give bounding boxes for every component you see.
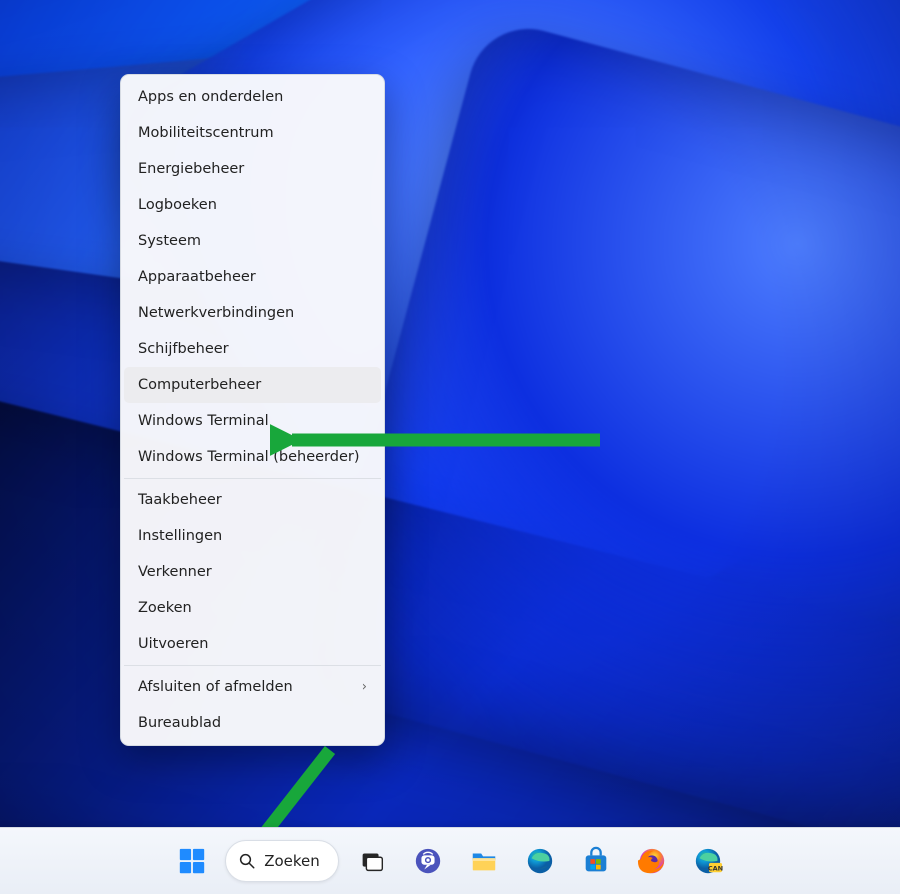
winx-item-apps-en-onderdelen[interactable]: Apps en onderdelen	[124, 79, 381, 115]
winx-item-label: Windows Terminal (beheerder)	[138, 449, 360, 465]
winx-item-label: Apparaatbeheer	[138, 269, 256, 285]
winx-item-label: Schijfbeheer	[138, 341, 229, 357]
winx-item-label: Verkenner	[138, 564, 212, 580]
winx-item-afsluiten-of-afmelden[interactable]: Afsluiten of afmelden ›	[124, 669, 381, 705]
winx-item-label: Windows Terminal	[138, 413, 269, 429]
firefox-button[interactable]	[629, 838, 675, 884]
file-explorer-button[interactable]	[461, 838, 507, 884]
start-button[interactable]	[169, 838, 215, 884]
winx-item-windows-terminal-admin[interactable]: Windows Terminal (beheerder)	[124, 439, 381, 475]
winx-item-mobiliteitscentrum[interactable]: Mobiliteitscentrum	[124, 115, 381, 151]
winx-item-taakbeheer[interactable]: Taakbeheer	[124, 482, 381, 518]
svg-text:CAN: CAN	[708, 864, 723, 872]
search-label: Zoeken	[264, 852, 320, 870]
edge-button[interactable]	[517, 838, 563, 884]
task-view-button[interactable]	[349, 838, 395, 884]
winx-item-label: Energiebeheer	[138, 161, 244, 177]
taskbar: Zoeken	[0, 827, 900, 894]
edge-canary-button[interactable]: CAN	[685, 838, 731, 884]
winx-item-zoeken[interactable]: Zoeken	[124, 590, 381, 626]
winx-item-bureaublad[interactable]: Bureaublad	[124, 705, 381, 741]
winx-item-label: Computerbeheer	[138, 377, 261, 393]
winx-item-label: Afsluiten of afmelden	[138, 679, 293, 695]
winx-item-label: Systeem	[138, 233, 201, 249]
search-pill[interactable]: Zoeken	[225, 840, 339, 882]
winx-item-instellingen[interactable]: Instellingen	[124, 518, 381, 554]
winx-item-label: Taakbeheer	[138, 492, 222, 508]
winx-item-label: Mobiliteitscentrum	[138, 125, 274, 141]
winx-separator	[124, 665, 381, 666]
winx-item-apparaatbeheer[interactable]: Apparaatbeheer	[124, 259, 381, 295]
winx-item-label: Apps en onderdelen	[138, 89, 283, 105]
microsoft-store-button[interactable]	[573, 838, 619, 884]
winx-item-windows-terminal[interactable]: Windows Terminal	[124, 403, 381, 439]
winx-item-label: Zoeken	[138, 600, 192, 616]
chevron-right-icon: ›	[362, 680, 367, 695]
winx-item-label: Logboeken	[138, 197, 217, 213]
winx-item-label: Uitvoeren	[138, 636, 208, 652]
winx-item-logboeken[interactable]: Logboeken	[124, 187, 381, 223]
winx-item-computerbeheer[interactable]: Computerbeheer	[124, 367, 381, 403]
winx-item-schijfbeheer[interactable]: Schijfbeheer	[124, 331, 381, 367]
winx-item-verkenner[interactable]: Verkenner	[124, 554, 381, 590]
winx-item-systeem[interactable]: Systeem	[124, 223, 381, 259]
winx-item-netwerkverbindingen[interactable]: Netwerkverbindingen	[124, 295, 381, 331]
winx-item-energiebeheer[interactable]: Energiebeheer	[124, 151, 381, 187]
winx-context-menu: Apps en onderdelen Mobiliteitscentrum Ener…	[120, 74, 385, 746]
search-icon	[238, 852, 256, 870]
winx-item-label: Instellingen	[138, 528, 222, 544]
chat-button[interactable]	[405, 838, 451, 884]
winx-item-label: Netwerkverbindingen	[138, 305, 294, 321]
winx-separator	[124, 478, 381, 479]
winx-item-uitvoeren[interactable]: Uitvoeren	[124, 626, 381, 662]
winx-item-label: Bureaublad	[138, 715, 221, 731]
